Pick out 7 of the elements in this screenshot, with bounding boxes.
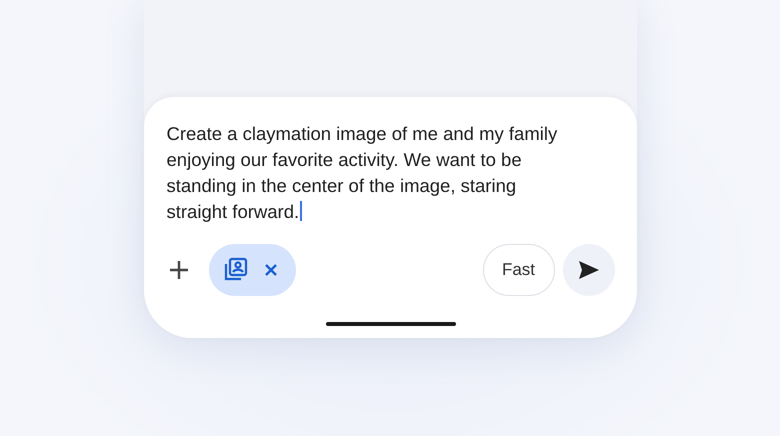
plus-icon — [168, 259, 190, 281]
prompt-field[interactable]: Create a claymation image of me and my family enjoying our favorite activity. We want to be standing in the center of the image, staring straight forward. — [166, 121, 572, 225]
mode-button[interactable]: Fast — [482, 244, 554, 296]
close-icon[interactable] — [264, 263, 278, 277]
text-cursor — [300, 201, 302, 221]
send-button[interactable] — [562, 244, 614, 296]
send-icon — [578, 260, 600, 280]
